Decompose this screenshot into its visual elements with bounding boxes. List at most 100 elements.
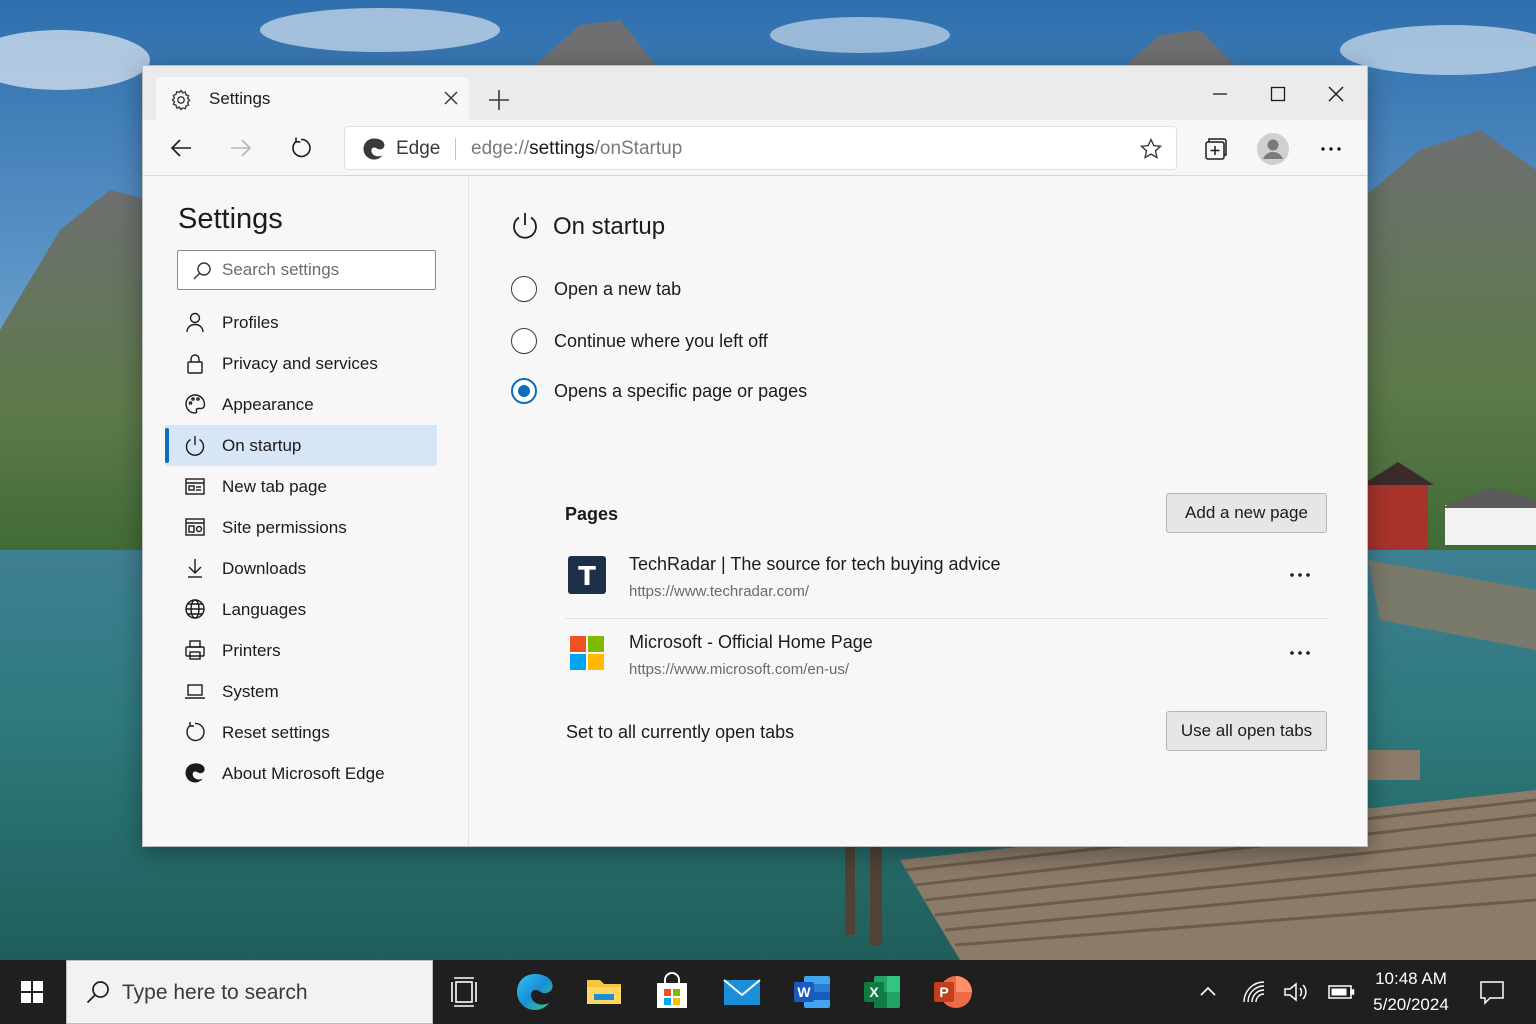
startup-option-3[interactable]: Opens a specific page or pages bbox=[511, 377, 911, 407]
collections-icon[interactable] bbox=[1198, 132, 1232, 166]
power-icon bbox=[185, 436, 205, 456]
download-icon bbox=[188, 559, 202, 578]
page-url-text: https://www.microsoft.com/en-us/ bbox=[629, 661, 850, 678]
minimize-icon bbox=[1213, 93, 1227, 95]
sidebar-item-appearance[interactable]: Appearance bbox=[165, 384, 437, 425]
tab-title: Settings bbox=[209, 89, 271, 108]
sidebar-item-label: Site permissions bbox=[222, 518, 347, 537]
sidebar-item-privacy-and-services[interactable]: Privacy and services bbox=[165, 343, 437, 384]
taskbar-search-box[interactable]: Type here to search bbox=[66, 960, 433, 1024]
maximize-button[interactable] bbox=[1258, 74, 1298, 114]
svg-text:P: P bbox=[939, 984, 948, 1000]
set-all-tabs-label: Set to all currently open tabs bbox=[566, 722, 795, 742]
sidebar-item-new-tab-page[interactable]: New tab page bbox=[165, 466, 437, 507]
sidebar-item-profiles[interactable]: Profiles bbox=[165, 302, 437, 343]
sidebar-item-site-permissions[interactable]: Site permissions bbox=[165, 507, 437, 548]
notifications-icon[interactable] bbox=[1478, 978, 1506, 1006]
sidebar-item-on-startup[interactable]: On startup bbox=[165, 425, 437, 466]
radio-button[interactable] bbox=[511, 328, 537, 354]
sidebar-item-reset-settings[interactable]: Reset settings bbox=[165, 712, 437, 753]
minimize-button[interactable] bbox=[1200, 74, 1240, 114]
add-new-page-button[interactable]: Add a new page bbox=[1166, 493, 1327, 533]
startup-option-1[interactable]: Open a new tab bbox=[511, 275, 911, 305]
word-icon[interactable]: W bbox=[786, 968, 838, 1016]
sidebar-item-languages[interactable]: Languages bbox=[165, 589, 437, 630]
file-explorer-icon[interactable] bbox=[578, 968, 630, 1016]
lock-icon bbox=[187, 354, 203, 374]
pages-divider bbox=[565, 618, 1328, 619]
search-settings-box[interactable] bbox=[177, 250, 436, 290]
sidebar-item-label: Languages bbox=[222, 600, 307, 619]
profile-avatar-icon[interactable] bbox=[1256, 132, 1290, 166]
use-all-open-tabs-button[interactable]: Use all open tabs bbox=[1166, 711, 1327, 751]
reset-icon bbox=[186, 722, 205, 742]
mail-icon[interactable] bbox=[716, 968, 768, 1016]
taskbar-clock[interactable]: 10:48 AM 5/20/2024 bbox=[1362, 966, 1460, 1018]
techradar-favicon: T bbox=[568, 556, 606, 594]
address-bar[interactable]: Edge edge://settings/onStartup bbox=[344, 126, 1177, 170]
star-favorite-icon[interactable] bbox=[1139, 137, 1163, 161]
battery-icon[interactable] bbox=[1327, 978, 1355, 1006]
page-url-text: https://www.techradar.com/ bbox=[629, 583, 810, 600]
chevron-up-icon[interactable] bbox=[1194, 978, 1222, 1006]
close-window-button[interactable] bbox=[1316, 74, 1356, 114]
powerpoint-icon[interactable]: P bbox=[926, 968, 978, 1016]
excel-icon[interactable]: X bbox=[856, 968, 908, 1016]
address-url: edge://settings/onStartup bbox=[471, 138, 683, 159]
radio-button[interactable] bbox=[511, 378, 537, 404]
microsoft-favicon bbox=[570, 636, 604, 670]
new-tab-icon[interactable] bbox=[486, 87, 512, 113]
sidebar-item-about-microsoft-edge[interactable]: About Microsoft Edge bbox=[165, 753, 437, 794]
sidebar-item-label: Downloads bbox=[222, 559, 307, 578]
clock-time: 10:48 AM bbox=[1375, 969, 1447, 988]
sidebar-item-label: About Microsoft Edge bbox=[222, 764, 385, 783]
startup-page-row: T TechRadar | The source for tech buying … bbox=[565, 546, 1328, 624]
power-icon bbox=[513, 213, 537, 239]
sidebar-item-downloads[interactable]: Downloads bbox=[165, 548, 437, 589]
pages-label: Pages bbox=[565, 504, 619, 524]
close-tab-icon[interactable] bbox=[442, 89, 460, 107]
search-settings-input[interactable] bbox=[222, 259, 422, 281]
svg-text:T: T bbox=[578, 562, 596, 592]
arrow-right-icon bbox=[231, 139, 252, 157]
settings-main-panel: On startup Open a new tab Continue where … bbox=[470, 176, 1367, 846]
address-separator bbox=[455, 138, 456, 160]
title-bar: Settings bbox=[143, 66, 1367, 120]
store-icon[interactable] bbox=[646, 968, 698, 1016]
clock-date: 5/20/2024 bbox=[1373, 995, 1449, 1014]
refresh-icon bbox=[292, 137, 311, 158]
tab-settings[interactable]: Settings bbox=[156, 77, 469, 120]
sidebar-item-printers[interactable]: Printers bbox=[165, 630, 437, 671]
edge-logo-icon bbox=[363, 138, 385, 160]
taskbar-search-placeholder: Type here to search bbox=[122, 981, 308, 1004]
edge-icon[interactable] bbox=[509, 968, 561, 1016]
more-options-icon[interactable] bbox=[1283, 560, 1317, 590]
more-options-icon[interactable] bbox=[1283, 638, 1317, 668]
startup-option-2[interactable]: Continue where you left off bbox=[511, 327, 911, 357]
new-tab-page-icon bbox=[185, 478, 205, 495]
task-view-icon[interactable] bbox=[440, 968, 492, 1016]
gear-icon bbox=[171, 89, 191, 111]
back-button[interactable] bbox=[165, 132, 197, 164]
radio-button[interactable] bbox=[511, 276, 537, 302]
page-title-text: Microsoft - Official Home Page bbox=[629, 632, 873, 652]
svg-text:W: W bbox=[797, 984, 811, 1000]
browser-window: Settings Edge edge://settings/onStartup … bbox=[142, 65, 1368, 847]
start-button[interactable] bbox=[0, 960, 66, 1024]
maximize-icon bbox=[1270, 86, 1286, 102]
more-menu-icon[interactable] bbox=[1314, 132, 1348, 166]
forward-button[interactable] bbox=[225, 132, 257, 164]
laptop-icon bbox=[185, 684, 205, 699]
radio-label: Continue where you left off bbox=[554, 331, 768, 351]
settings-nav-list: Profiles Privacy and services Appearance On… bbox=[165, 302, 437, 794]
sidebar-item-system[interactable]: System bbox=[165, 671, 437, 712]
network-icon[interactable] bbox=[1240, 978, 1268, 1006]
radio-label: Opens a specific page or pages bbox=[554, 381, 808, 401]
page-title: On startup bbox=[553, 213, 666, 240]
site-permissions-icon bbox=[185, 518, 205, 536]
taskbar: Type here to search W X P 10:48 AM 5/20/… bbox=[0, 960, 1536, 1024]
volume-icon[interactable] bbox=[1281, 978, 1309, 1006]
startup-page-row: Microsoft - Official Home Page https://ww… bbox=[565, 624, 1328, 702]
refresh-button[interactable] bbox=[285, 132, 317, 164]
person-icon bbox=[186, 312, 204, 333]
